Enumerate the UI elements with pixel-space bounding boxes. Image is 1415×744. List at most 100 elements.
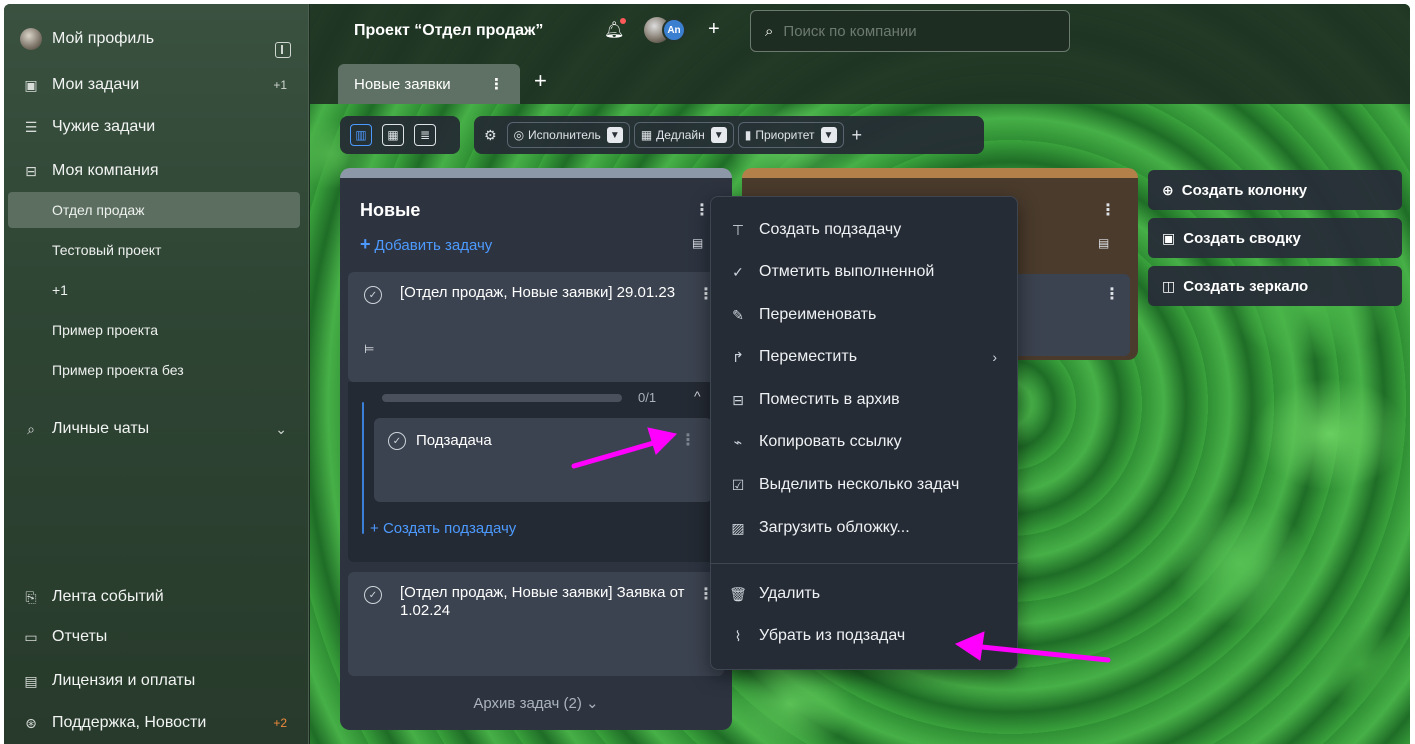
search-box: ⌕ <box>750 10 1070 52</box>
menu-item-create-subtask[interactable]: ⊤ Создать подзадачу <box>711 209 1019 251</box>
column-title: Новые <box>360 200 421 220</box>
card-title: [Отдел продаж, Новые заявки] Заявка от 1… <box>400 584 685 619</box>
check-circle-icon[interactable]: ✓ <box>364 586 382 604</box>
calendar-view-icon[interactable]: ▦ <box>382 124 404 146</box>
list-view-icon[interactable]: ≣ <box>414 124 436 146</box>
plus-circle-icon: ⊕ <box>1162 181 1174 198</box>
menu-divider <box>711 563 1019 564</box>
funnel-icon[interactable]: ▼ <box>820 127 837 143</box>
tab-new-requests[interactable]: Новые заявки ⋮ <box>338 64 520 104</box>
archive-link[interactable]: Архив задач (2) ⌄ <box>340 694 732 712</box>
progress-text: 0/1 <box>638 390 657 405</box>
check-circle-icon[interactable]: ✓ <box>388 432 406 450</box>
card-view-icon[interactable]: ▤ <box>1098 236 1109 250</box>
calendar-icon: ▦ <box>640 128 653 142</box>
sidebar-item-label: Лицензия и оплаты <box>52 672 196 689</box>
pencil-icon: ✎ <box>732 306 744 323</box>
sidebar-project-example[interactable]: Пример проекта <box>4 312 309 348</box>
funnel-icon[interactable]: ▼ <box>710 127 727 143</box>
menu-item-move[interactable]: ↱ Переместить › <box>711 336 1019 378</box>
search-input[interactable] <box>783 22 1034 40</box>
search-icon: ⌕ <box>765 22 774 40</box>
filter-label: Приоритет <box>755 128 815 142</box>
support-icon: ⊛ <box>25 714 37 731</box>
menu-item-mark-done[interactable]: ✓ Отметить выполненной <box>711 251 1019 293</box>
kebab-icon[interactable]: ⋮ <box>694 200 710 220</box>
subtask-card[interactable]: ✓ Подзадача ⋮ <box>374 418 712 502</box>
sidebar-item-label: Личные чаты <box>52 420 150 437</box>
filter-deadline[interactable]: ▦ Дедлайн ▼ <box>633 122 734 148</box>
subtask-title: Подзадача <box>416 432 492 449</box>
avatar-initials[interactable]: An <box>662 18 686 42</box>
chevron-down-icon[interactable]: ⌄ <box>275 421 287 438</box>
sidebar-item-profile[interactable]: Мой профиль <box>4 20 309 58</box>
sidebar-item-reports[interactable]: ▭ Отчеты <box>4 618 309 656</box>
filter-priority[interactable]: ▮ Приоритет ▼ <box>737 122 844 148</box>
menu-item-upload-cover[interactable]: ▨ Загрузить обложку... <box>711 507 1019 549</box>
filter-assignee[interactable]: ◎ Исполнитель ▼ <box>506 122 630 148</box>
subtask-tree-line <box>362 402 364 534</box>
sidebar-project-sales[interactable]: Отдел продаж <box>8 192 300 228</box>
menu-item-copy-link[interactable]: ⌁ Копировать ссылку <box>711 421 1019 463</box>
project-label: Пример проекта без <box>52 362 184 378</box>
menu-item-select-multiple[interactable]: ☑ Выделить несколько задач <box>711 464 1019 506</box>
menu-item-delete[interactable]: 🗑︎ Удалить <box>711 573 1019 615</box>
sidebar-item-license[interactable]: ▤ Лицензия и оплаты <box>4 662 309 700</box>
sidebar-project-test[interactable]: Тестовый проект <box>4 232 309 268</box>
add-tab-button[interactable]: + <box>534 68 547 94</box>
check-circle-icon[interactable]: ✓ <box>364 286 382 304</box>
funnel-icon[interactable]: ▼ <box>606 127 623 143</box>
sidebar-item-events[interactable]: ⎘ Лента событий <box>4 578 309 616</box>
menu-item-label: Создать подзадачу <box>759 221 902 238</box>
bell-icon[interactable]: 🔔︎ <box>604 18 627 40</box>
subtask-panel: 0/1 ^ ✓ Подзадача ⋮ + Создать подзадачу <box>348 382 724 562</box>
app-window: Мой профиль ▣ Мои задачи +1 ☰ Чужие зада… <box>4 4 1410 744</box>
card-view-icon[interactable]: ▤ <box>692 236 703 250</box>
sidebar-item-support[interactable]: ⊛ Поддержка, Новости +2 <box>4 704 309 742</box>
filter-label: Исполнитель <box>528 128 601 142</box>
document-icon: ▤ <box>24 672 38 689</box>
priority-icon: ▮ <box>744 128 752 142</box>
sidebar-project-example-without[interactable]: Пример проекта без <box>4 352 309 388</box>
add-task-label: Добавить задачу <box>374 237 493 254</box>
user-icon: ◎ <box>513 128 525 142</box>
briefcase-icon: ⊟ <box>25 162 37 179</box>
kebab-icon[interactable]: ⋮ <box>680 430 696 450</box>
trash-icon: 🗑︎ <box>729 585 747 602</box>
link-icon: ⌁ <box>733 433 743 450</box>
archive-icon: ⊟ <box>732 391 744 408</box>
tab-label: Новые заявки <box>354 75 451 93</box>
sidebar-item-my-tasks[interactable]: ▣ Мои задачи +1 <box>4 66 309 104</box>
sidebar-item-personal-chats[interactable]: ⌕ Личные чаты ⌄ <box>4 410 309 448</box>
mirror-icon: ◫ <box>1162 277 1176 294</box>
create-column-button[interactable]: ⊕ Создать колонку <box>1148 170 1402 210</box>
kebab-icon[interactable]: ⋮ <box>1104 284 1120 304</box>
kanban-view-icon[interactable]: ▥ <box>350 124 372 146</box>
sidebar-item-my-company[interactable]: ⊟ Моя компания <box>4 152 309 190</box>
add-task-button[interactable]: + Добавить задачу <box>360 234 492 255</box>
filter-bar: ⚙ ◎ Исполнитель ▼ ▦ Дедлайн ▼ ▮ Приорите… <box>474 116 984 154</box>
collapse-sidebar-icon[interactable] <box>275 42 291 58</box>
create-subtask-button[interactable]: + Создать подзадачу <box>370 520 516 537</box>
task-card[interactable]: ✓ [Отдел продаж, Новые заявки] 29.01.23 … <box>348 272 724 382</box>
create-summary-button[interactable]: ▣ Создать сводку <box>1148 218 1402 258</box>
create-mirror-button[interactable]: ◫ Создать зеркало <box>1148 266 1402 306</box>
menu-item-rename[interactable]: ✎ Переименовать <box>711 294 1019 336</box>
sidebar-item-label: Поддержка, Новости <box>52 714 207 731</box>
counter-badge: +1 <box>273 78 287 92</box>
kebab-icon[interactable]: ⋮ <box>1100 200 1116 220</box>
subtasks-icon[interactable]: ⊨ <box>364 342 374 356</box>
project-label: Тестовый проект <box>52 242 162 258</box>
gear-icon[interactable]: ⚙ <box>484 127 497 144</box>
sidebar-item-others-tasks[interactable]: ☰ Чужие задачи <box>4 108 309 146</box>
feed-icon: ⎘ <box>25 588 37 605</box>
sidebar-project-more[interactable]: +1 <box>4 272 309 308</box>
chevron-up-icon[interactable]: ^ <box>694 388 701 404</box>
add-member-button[interactable]: + <box>708 18 720 41</box>
checkbox-icon: ☑ <box>731 476 745 493</box>
menu-item-remove-from-subtasks[interactable]: ⌇ Убрать из подзадач <box>711 615 1019 657</box>
add-filter-button[interactable]: + <box>852 125 863 146</box>
menu-item-archive[interactable]: ⊟ Поместить в архив <box>711 379 1019 421</box>
task-card[interactable]: ✓ [Отдел продаж, Новые заявки] Заявка от… <box>348 572 724 676</box>
kebab-icon[interactable]: ⋮ <box>489 75 504 93</box>
